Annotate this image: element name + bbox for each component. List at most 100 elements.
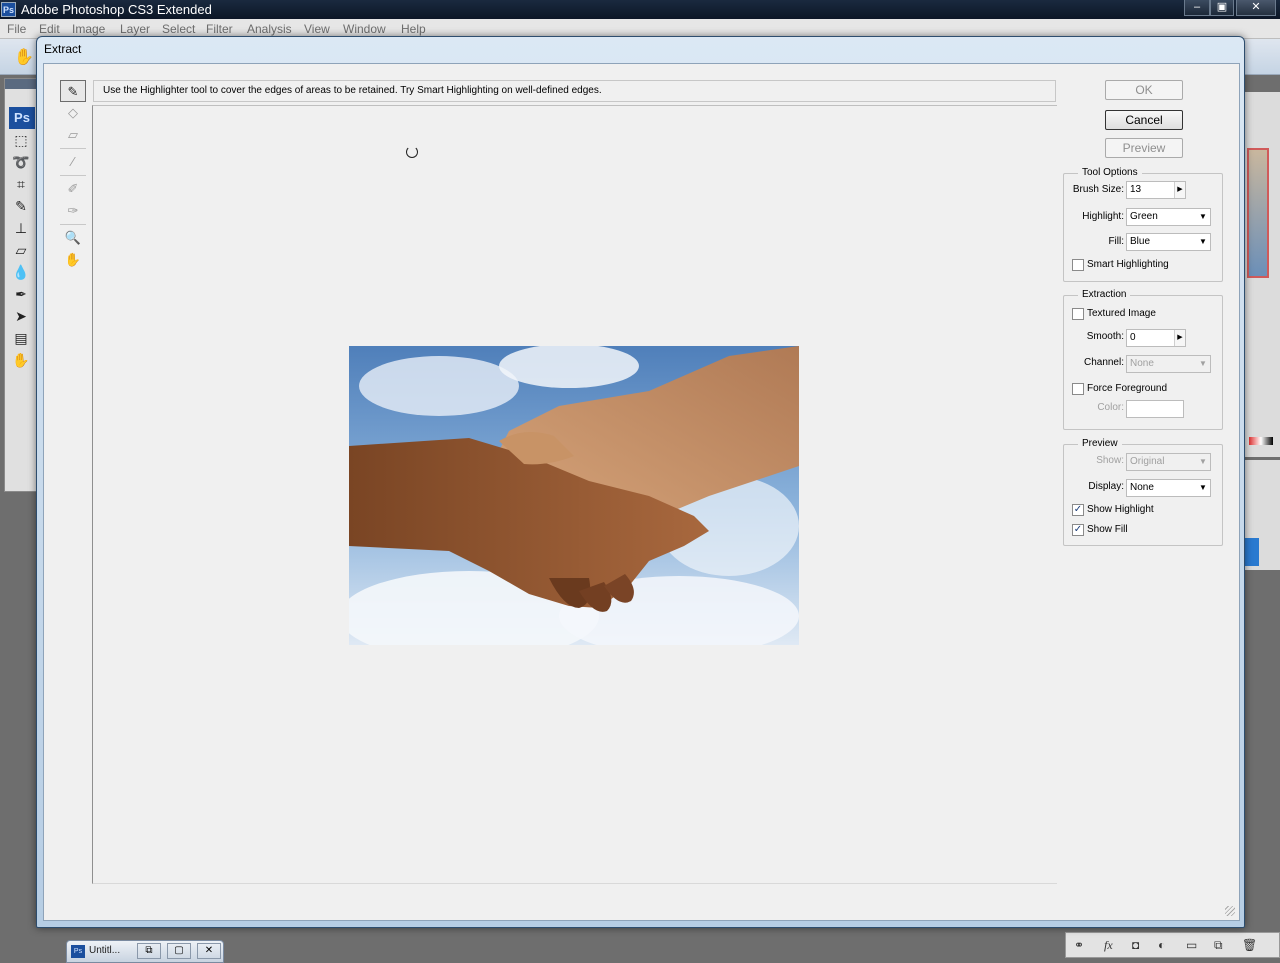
link-layers-icon[interactable]: ⚭ [1074,938,1084,952]
show-fill-label: Show Fill [1087,524,1128,535]
color-swatch[interactable] [1126,400,1184,418]
restore-doc-icon[interactable]: ⧉ [137,943,161,959]
smooth-field[interactable]: 0 ▶ [1126,329,1186,347]
cancel-button[interactable]: Cancel [1105,110,1183,130]
adjustment-layer-icon[interactable]: ◐ [1158,938,1165,952]
crop-icon[interactable]: ⌗ [5,173,37,195]
handshake-photo [349,346,799,645]
preview-group: Preview Show: Original ▼ Display: None ▼… [1063,438,1223,546]
blur-icon[interactable]: 💧 [5,261,37,283]
display-label: Display: [1088,481,1124,492]
zoom-icon[interactable]: 🔍 [60,227,86,249]
tool-separator [60,148,86,149]
lasso-icon[interactable]: ➰ [5,151,37,173]
extract-tools: ✎ ◇ ▱ ⁄ ✐ ✑ 🔍 ✋ [60,80,86,271]
layers-panel-footer: ⚭ fx ◘ ◐ ▭ ⧉ 🗑 [1065,932,1280,958]
brush-size-label: Brush Size: [1072,184,1124,195]
close-app-button[interactable]: ✕ [1236,0,1276,16]
highlight-label: Highlight: [1082,211,1124,222]
delete-layer-icon[interactable]: 🗑 [1242,938,1257,952]
channel-label: Channel: [1083,357,1124,368]
path-select-icon[interactable]: ➤ [5,305,37,327]
smart-highlighting-label: Smart Highlighting [1087,259,1169,270]
instruction-text: Use the Highlighter tool to cover the ed… [93,80,1056,102]
document-label: Untitl... [89,945,121,956]
force-foreground-checkbox[interactable] [1072,383,1084,395]
stamp-icon[interactable]: ⊥ [5,217,37,239]
chevron-down-icon: ▼ [1199,483,1207,492]
channel-select[interactable]: None ▼ [1126,355,1211,373]
show-fill-checkbox[interactable]: ✓ [1072,524,1084,536]
force-foreground-label: Force Foreground [1087,383,1168,394]
close-doc-icon[interactable]: ✕ [197,943,221,959]
edge-touchup-icon[interactable]: ✑ [60,200,86,222]
display-select[interactable]: None ▼ [1126,479,1211,497]
fill-select[interactable]: Blue ▼ [1126,233,1211,251]
layer-style-icon[interactable]: fx [1104,938,1113,953]
tool-separator [60,224,86,225]
smooth-value: 0 [1130,332,1136,343]
smooth-stepper-icon[interactable]: ▶ [1174,330,1185,346]
show-highlight-checkbox[interactable]: ✓ [1072,504,1084,516]
tools-panel: Ps ⬚ ➰ ⌗ ✎ ⊥ ▱ 💧 ✒ ➤ ▤ ✋ [4,78,38,492]
layer-selection[interactable] [1245,538,1259,566]
extraction-title: Extraction [1078,289,1131,300]
hand-icon[interactable]: ✋ [5,349,37,371]
layer-mask-icon[interactable]: ◘ [1132,938,1139,952]
healing-icon[interactable]: ✎ [5,195,37,217]
display-value: None [1130,482,1154,493]
tool-options-title: Tool Options [1078,167,1142,178]
eraser-icon[interactable]: ▱ [60,124,86,146]
hand-icon[interactable]: ✋ [60,249,86,271]
restore-button[interactable]: ▣ [1210,0,1234,16]
menu-help[interactable]: Help [401,22,426,36]
menu-analysis[interactable]: Analysis [247,22,292,36]
color-label: Color: [1097,402,1124,413]
edge-highlighter-icon[interactable]: ✎ [60,80,86,102]
menu-file[interactable]: File [7,22,26,36]
tools-panel-header[interactable] [5,79,37,89]
chevron-down-icon: ▼ [1199,237,1207,246]
minimize-button[interactable]: – [1184,0,1210,16]
preview-title: Preview [1078,438,1122,449]
minimized-document[interactable]: Ps Untitl... ⧉ ▢ ✕ [66,940,224,963]
menu-image[interactable]: Image [72,22,105,36]
highlight-select[interactable]: Green ▼ [1126,208,1211,226]
extract-dialog: Extract ✎ ◇ ▱ ⁄ ✐ ✑ 🔍 ✋ Use the Highligh… [36,36,1245,928]
maximize-doc-icon[interactable]: ▢ [167,943,191,959]
menu-edit[interactable]: Edit [39,22,60,36]
ok-button[interactable]: OK [1105,80,1183,100]
smooth-label: Smooth: [1086,331,1124,342]
fill-icon[interactable]: ◇ [60,102,86,124]
brush-size-field[interactable]: 13 ▶ [1126,181,1186,199]
marquee-icon[interactable]: ⬚ [5,129,37,151]
smart-highlighting-checkbox[interactable] [1072,259,1084,271]
menu-filter[interactable]: Filter [206,22,233,36]
resize-grip[interactable] [1225,906,1235,916]
notes-icon[interactable]: ▤ [5,327,37,349]
menu-layer[interactable]: Layer [120,22,150,36]
show-select[interactable]: Original ▼ [1126,453,1211,471]
menu-select[interactable]: Select [162,22,195,36]
color-ramp[interactable] [1249,437,1273,445]
tool-options-group: Tool Options Brush Size: 13 ▶ Highlight:… [1063,167,1223,282]
app-title-bar: Ps Adobe Photoshop CS3 Extended – ▣ ✕ [0,0,1280,19]
show-highlight-label: Show Highlight [1087,504,1154,515]
hand-tool-icon[interactable]: ✋ [14,47,34,67]
cleanup-icon[interactable]: ✐ [60,178,86,200]
new-group-icon[interactable]: ▭ [1186,938,1197,952]
menu-view[interactable]: View [304,22,330,36]
brush-size-stepper-icon[interactable]: ▶ [1174,182,1185,198]
fill-value: Blue [1130,236,1151,247]
menu-window[interactable]: Window [343,22,386,36]
channel-value: None [1130,358,1154,369]
photoshop-logo: Ps [9,107,35,129]
preview-canvas[interactable] [92,105,1057,884]
pen-icon[interactable]: ✒ [5,283,37,305]
eraser-icon[interactable]: ▱ [5,239,37,261]
new-layer-icon[interactable]: ⧉ [1214,938,1223,953]
eyedropper-icon[interactable]: ⁄ [60,151,86,173]
right-panel-top [1244,92,1280,332]
preview-button[interactable]: Preview [1105,138,1183,158]
textured-image-checkbox[interactable] [1072,308,1084,320]
